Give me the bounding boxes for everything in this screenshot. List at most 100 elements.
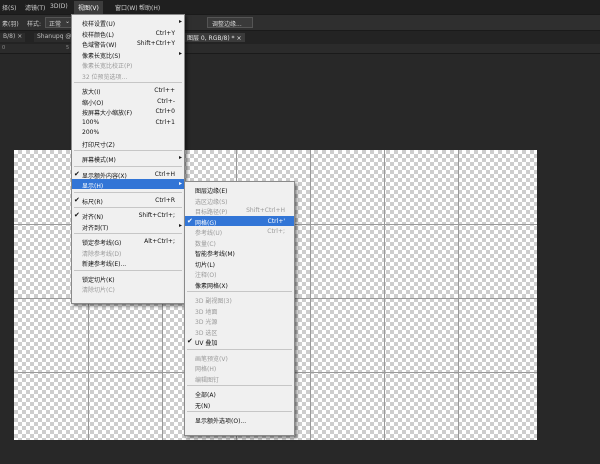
doc-tab-active[interactable]: 图层 0, RGB/8) * × [184, 33, 245, 42]
shortcut-label: Shift+Ctrl+H [246, 207, 285, 214]
show-submenu-item: 3D 地面 [185, 305, 294, 316]
show-submenu-item[interactable]: ✔ UV 叠加 [185, 336, 294, 347]
view-menu-item-label: 显示(H) [82, 183, 104, 190]
view-menu-item[interactable]: 100% Ctrl+1 [72, 117, 184, 127]
view-menu-item[interactable]: 新建参考线(E)... [72, 257, 184, 268]
view-menu-item-label: 标尺(R) [82, 198, 103, 206]
show-submenu-item-label: 显示额外选项(O)... [195, 418, 247, 425]
view-menu-item[interactable]: 打印尺寸(Z) [72, 138, 184, 149]
menu-item[interactable]: 滤镜(T) [25, 3, 45, 12]
submenu-arrow-icon: ▸ [178, 18, 182, 25]
show-submenu-item: 编辑图钉 [185, 373, 294, 384]
show-submenu-item[interactable]: 显示额外选项(O)... [185, 414, 294, 425]
view-menu-item[interactable]: 色域警告(W) Shift+Ctrl+Y [72, 38, 184, 49]
menu-separator [74, 82, 182, 83]
shortcut-label: Ctrl+' [267, 217, 285, 225]
view-menu-item[interactable]: 对齐到(T) ▸ [72, 221, 184, 232]
menu-view-active[interactable]: 视图(V) [74, 1, 103, 14]
submenu-arrow-icon: ▸ [178, 49, 182, 57]
grid-line-vertical [384, 150, 385, 440]
menu-separator [187, 411, 292, 412]
view-menu-item-label: 200% [82, 129, 100, 136]
show-submenu-item: 画笔预览(V) [185, 352, 294, 363]
show-submenu-item: 3D 选区 [185, 326, 294, 337]
view-menu-item[interactable]: 显示(H) ▸ [72, 179, 184, 190]
menu-separator [187, 385, 292, 386]
view-menu-item[interactable]: 校样设置(U) ▸ [72, 17, 184, 28]
check-icon: ✔ [187, 216, 193, 225]
view-menu-item-label: 清除切片(C) [82, 287, 115, 294]
show-submenu-item-label: UV 叠加 [195, 340, 218, 347]
show-submenu-item-label: 像素网格(X) [195, 282, 228, 290]
show-submenu-item[interactable]: 像素网格(X) [185, 279, 294, 290]
view-menu-item[interactable]: 校样颜色(L) Ctrl+Y [72, 28, 184, 39]
menu-separator [74, 269, 182, 271]
view-menu-item-label: 新建参考线(E)... [82, 261, 127, 268]
check-icon: ✔ [74, 211, 80, 219]
check-icon: ✔ [74, 169, 80, 178]
show-submenu-item[interactable]: 图层边缘(E) [185, 184, 294, 195]
view-menu-item-label: 32 位预览选项... [82, 73, 128, 81]
show-submenu-item-label: 无(N) [195, 402, 211, 410]
menu-separator [74, 150, 182, 151]
show-submenu-item: 选区边缘(S) [185, 195, 294, 206]
view-menu-item[interactable]: ✔ 显示额外内容(X) Ctrl+H [72, 169, 184, 180]
shortcut-label: Ctrl+Y [155, 29, 175, 37]
shortcut-label: Ctrl+R [155, 196, 175, 204]
menu-item[interactable]: 帮助(H) [139, 3, 160, 12]
menu-bar: 择(S) 滤镜(T) 3D(D) 视图(V) 窗口(W) 帮助(H) [0, 0, 600, 14]
view-menu-item[interactable]: ✔ 对齐(N) Shift+Ctrl+; [72, 210, 184, 221]
view-menu-item-label: 打印尺寸(Z) [82, 141, 115, 149]
show-submenu-item[interactable]: 无(N) [185, 399, 294, 410]
menu-item[interactable]: 3D(D) [50, 3, 68, 10]
shortcut-label: Shift+Ctrl+Y [136, 40, 175, 47]
view-menu-item: 像素长宽比校正(P) [72, 59, 184, 70]
view-menu-item: 32 位预览选项... [72, 70, 184, 81]
shortcut-label: Ctrl+1 [155, 118, 175, 126]
view-menu-item-label: 对齐到(T) [82, 224, 109, 232]
grid-line-vertical [310, 150, 311, 440]
view-menu-item[interactable]: 屏幕模式(M) ▸ [72, 153, 184, 164]
style-label: 样式: [27, 21, 42, 28]
show-submenu-item[interactable]: 智能参考线(M) [185, 247, 294, 258]
view-menu-item[interactable]: 像素长宽比(S) ▸ [72, 49, 184, 60]
shortcut-label: Ctrl+; [267, 228, 285, 235]
view-menu-item-label: 屏幕模式(M) [82, 157, 116, 164]
view-menu-item[interactable]: ✔ 标尺(R) Ctrl+R [72, 195, 184, 206]
shortcut-label: Ctrl+H [154, 170, 175, 178]
show-submenu-item[interactable]: 全部(A) [185, 388, 294, 399]
view-menu-item[interactable]: 按屏幕大小缩放(F) Ctrl+0 [72, 106, 184, 117]
show-submenu-item: 网格(H) [185, 362, 294, 373]
ruler-label: 5 [66, 45, 70, 51]
chevron-down-icon: ⌄ [64, 18, 70, 25]
show-submenu-item: 注释(O) [185, 268, 294, 279]
submenu-arrow-icon: ▸ [178, 154, 182, 161]
menu-separator [74, 233, 182, 234]
style-select[interactable]: 正常 ⌄ [45, 17, 73, 28]
show-submenu-item-label: 编辑图钉 [195, 376, 220, 384]
show-submenu-item[interactable]: 切片(L) [185, 258, 294, 269]
view-menu-item[interactable]: 锁定切片(K) [72, 273, 184, 284]
doc-tab[interactable]: B/8) × [0, 33, 26, 42]
show-submenu-item: 目标路径(P) Shift+Ctrl+H [185, 205, 294, 216]
shortcut-label: Alt+Ctrl+; [144, 238, 175, 245]
show-submenu-item: 参考线(U) Ctrl+; [185, 226, 294, 237]
show-submenu-item[interactable]: ✔ 网格(G) Ctrl+' [185, 215, 294, 227]
menu-separator [74, 207, 182, 208]
refine-edge-button[interactable]: 调整边缘... [207, 17, 253, 28]
view-menu-item: 清除切片(C) [72, 283, 184, 294]
shortcut-label: Ctrl+0 [155, 108, 175, 115]
view-menu-item[interactable]: 200% [72, 127, 184, 137]
view-menu-item[interactable]: 放大(I) Ctrl++ [72, 85, 184, 96]
view-menu-item[interactable]: 缩小(O) Ctrl+- [72, 96, 184, 107]
submenu-arrow-icon: ▸ [178, 180, 182, 187]
check-icon: ✔ [74, 195, 80, 204]
menu-item[interactable]: 窗口(W) [115, 3, 138, 12]
style-select-value: 正常 [49, 21, 62, 28]
show-submenu-item: 数量(C) [185, 237, 294, 248]
view-menu-item[interactable]: 锁定参考线(G) Alt+Ctrl+; [72, 236, 184, 247]
doc-tab[interactable]: Shanupq @ [34, 33, 75, 42]
check-icon: ✔ [187, 337, 193, 345]
menu-item[interactable]: 择(S) [2, 3, 17, 12]
menu-separator [187, 348, 292, 350]
